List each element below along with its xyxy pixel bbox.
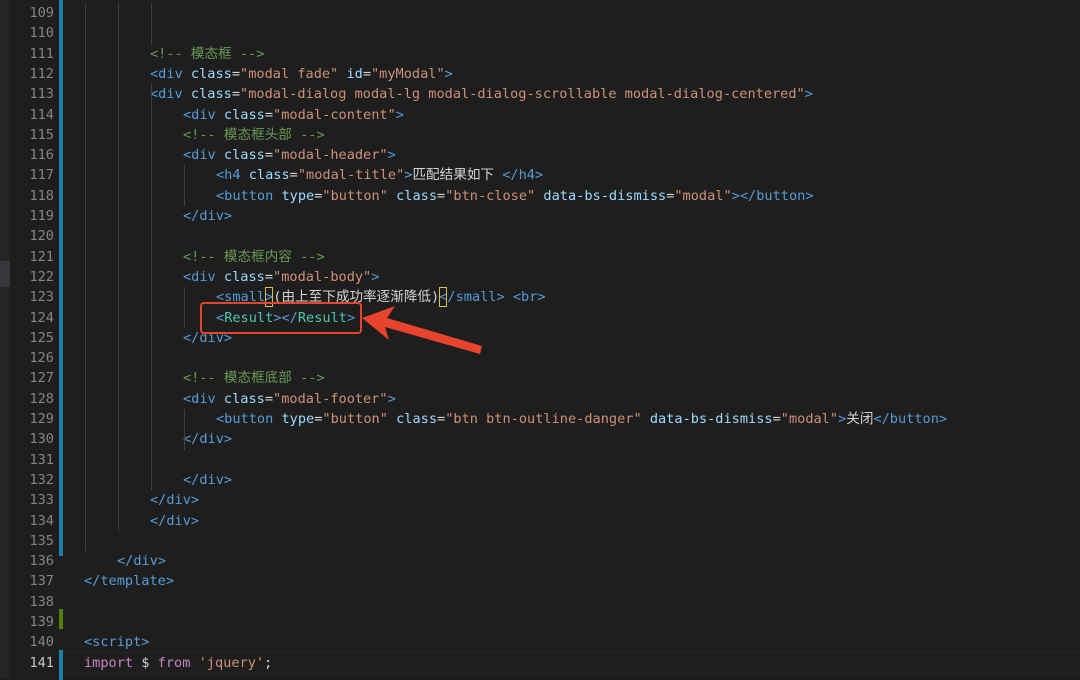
code-editor[interactable]: 109 110 111 112 113 114 115 116 117 118 119 120 121 1…	[0, 0, 1080, 680]
red-arrow-icon	[362, 306, 482, 354]
